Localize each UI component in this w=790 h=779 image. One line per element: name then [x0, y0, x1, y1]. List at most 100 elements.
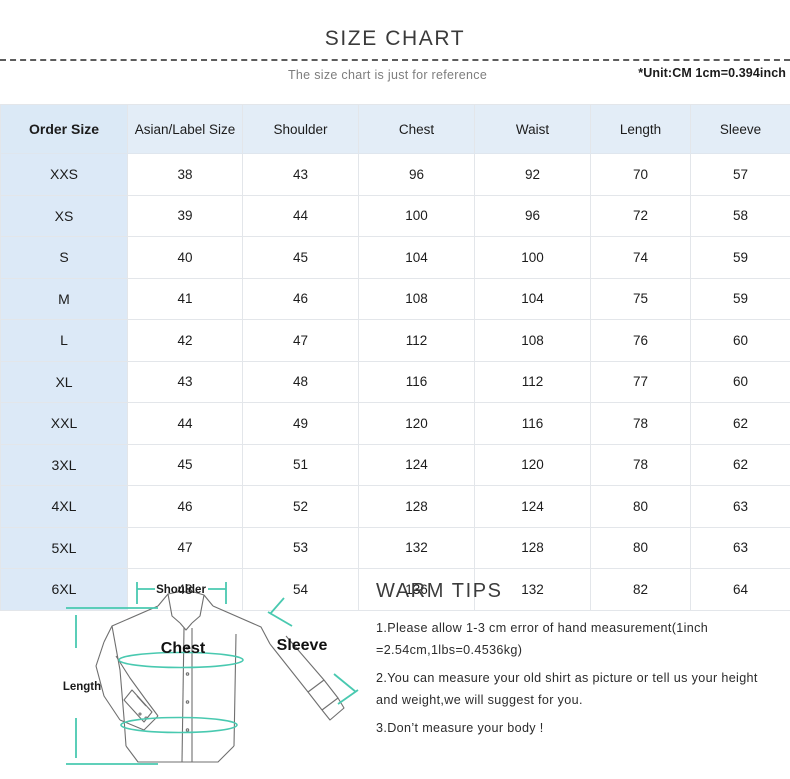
- table-row: 4XL 46 52 128 124 80 63: [0, 485, 790, 528]
- cell-asian-size: 47: [127, 526, 243, 569]
- cell-order-size: XXL: [0, 402, 128, 445]
- cell-sleeve: 57: [690, 153, 790, 196]
- cell-waist: 96: [474, 194, 591, 237]
- column-header-shoulder: Shoulder: [242, 104, 359, 154]
- cell-asian-size: 38: [127, 153, 243, 196]
- cell-sleeve: 62: [690, 443, 790, 486]
- column-header-order-size: Order Size: [0, 104, 128, 154]
- cell-chest: 128: [358, 485, 475, 528]
- cell-shoulder: 45: [242, 236, 359, 279]
- table-row: S 40 45 104 100 74 59: [0, 236, 790, 279]
- shirt-outline-icon: [95, 591, 345, 763]
- cell-waist: 104: [474, 277, 591, 320]
- cell-sleeve: 62: [690, 402, 790, 445]
- cell-order-size: 5XL: [0, 526, 128, 569]
- warm-tip-item: 3.Don’t measure your body !: [376, 721, 544, 735]
- cell-shoulder: 43: [242, 153, 359, 196]
- table-row: XS 39 44 100 96 72 58: [0, 194, 790, 237]
- diagram-label-chest: Chest: [161, 640, 206, 657]
- cell-waist: 112: [474, 360, 591, 403]
- cell-chest: 124: [358, 443, 475, 486]
- cell-order-size: L: [0, 319, 128, 362]
- cell-sleeve: 63: [690, 485, 790, 528]
- cell-asian-size: 45: [127, 443, 243, 486]
- cell-order-size: 4XL: [0, 485, 128, 528]
- cell-asian-size: 43: [127, 360, 243, 403]
- cell-order-size: 3XL: [0, 443, 128, 486]
- column-header-asian-label-size: Asian/Label Size: [127, 104, 243, 154]
- warm-tips-heading: WARM TIPS: [376, 580, 503, 602]
- table-row: 5XL 47 53 132 128 80 63: [0, 526, 790, 569]
- cell-chest: 132: [358, 526, 475, 569]
- table-row: M 41 46 108 104 75 59: [0, 277, 790, 320]
- table-body: XXS 38 43 96 92 70 57 XS 39 44 100 96 72…: [0, 153, 790, 611]
- cell-sleeve: 60: [690, 319, 790, 362]
- cell-chest: 96: [358, 153, 475, 196]
- table-row: XXL 44 49 120 116 78 62: [0, 402, 790, 445]
- column-header-waist: Waist: [474, 104, 591, 154]
- table-header: Order Size Asian/Label Size Shoulder Che…: [0, 104, 790, 154]
- table-row: XXS 38 43 96 92 70 57: [0, 153, 790, 196]
- cell-order-size: XXS: [0, 153, 128, 196]
- cell-sleeve: 60: [690, 360, 790, 403]
- cell-shoulder: 52: [242, 485, 359, 528]
- diagram-label-sleeve: Sleeve: [277, 637, 328, 654]
- cell-order-size: XL: [0, 360, 128, 403]
- cell-length: 80: [590, 485, 691, 528]
- table-header-row: Order Size Asian/Label Size Shoulder Che…: [0, 104, 790, 154]
- cell-asian-size: 44: [127, 402, 243, 445]
- table-row: XL 43 48 116 112 77 60: [0, 360, 790, 403]
- cell-length: 72: [590, 194, 691, 237]
- cell-shoulder: 47: [242, 319, 359, 362]
- cell-waist: 108: [474, 319, 591, 362]
- cell-asian-size: 40: [127, 236, 243, 279]
- warm-tip-item: 1.Please allow 1-3 cm error of hand meas…: [376, 621, 709, 657]
- shirt-measurement-diagram: Shoulder Chest Sleeve Length: [46, 570, 386, 779]
- cell-sleeve: 59: [690, 236, 790, 279]
- cell-waist: 116: [474, 402, 591, 445]
- cell-shoulder: 49: [242, 402, 359, 445]
- cell-chest: 104: [358, 236, 475, 279]
- cell-asian-size: 41: [127, 277, 243, 320]
- cell-chest: 116: [358, 360, 475, 403]
- cell-length: 78: [590, 443, 691, 486]
- cell-length: 70: [590, 153, 691, 196]
- diagram-label-length: Length: [63, 681, 101, 693]
- cell-length: 78: [590, 402, 691, 445]
- cell-asian-size: 39: [127, 194, 243, 237]
- cell-length: 77: [590, 360, 691, 403]
- cell-waist: 92: [474, 153, 591, 196]
- cell-chest: 108: [358, 277, 475, 320]
- warm-tip-item: 2.You can measure your old shirt as pict…: [376, 671, 758, 707]
- column-header-length: Length: [590, 104, 691, 154]
- cell-asian-size: 42: [127, 319, 243, 362]
- cell-order-size: XS: [0, 194, 128, 237]
- cell-length: 76: [590, 319, 691, 362]
- cell-asian-size: 46: [127, 485, 243, 528]
- cell-waist: 120: [474, 443, 591, 486]
- page-title: SIZE CHART: [324, 27, 466, 50]
- header-subtitle: The size chart is just for reference: [288, 68, 488, 82]
- table-row: 3XL 45 51 124 120 78 62: [0, 443, 790, 486]
- warm-tips-block: WARM TIPS 1.Please allow 1-3 cm error of…: [376, 570, 786, 739]
- cell-length: 74: [590, 236, 691, 279]
- cell-waist: 128: [474, 526, 591, 569]
- cell-shoulder: 53: [242, 526, 359, 569]
- hem-measure-line: [120, 716, 238, 734]
- cell-shoulder: 48: [242, 360, 359, 403]
- cell-waist: 124: [474, 485, 591, 528]
- cell-shoulder: 51: [242, 443, 359, 486]
- cell-chest: 100: [358, 194, 475, 237]
- table-row: L 42 47 112 108 76 60: [0, 319, 790, 362]
- cell-shoulder: 46: [242, 277, 359, 320]
- cell-chest: 120: [358, 402, 475, 445]
- unit-conversion-note: *Unit:CM 1cm=0.394inch: [638, 66, 786, 80]
- cell-sleeve: 59: [690, 277, 790, 320]
- header-divider: [0, 59, 790, 61]
- column-header-chest: Chest: [358, 104, 475, 154]
- column-header-sleeve: Sleeve: [690, 104, 790, 154]
- cell-waist: 100: [474, 236, 591, 279]
- cell-order-size: S: [0, 236, 128, 279]
- cell-shoulder: 44: [242, 194, 359, 237]
- cell-chest: 112: [358, 319, 475, 362]
